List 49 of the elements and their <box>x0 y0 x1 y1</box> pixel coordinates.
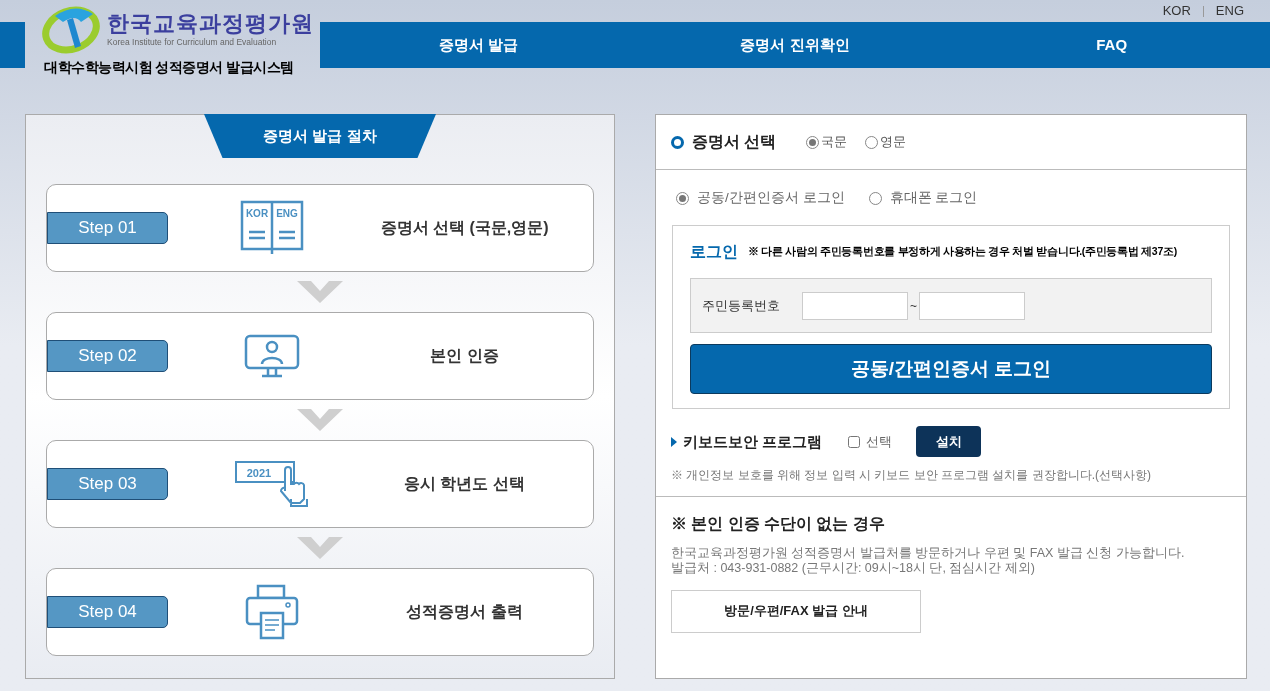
no-auth-title: ※ 본인 인증 수단이 없는 경우 <box>671 514 885 535</box>
triangle-bullet-icon <box>671 436 677 447</box>
chevron-down-icon <box>297 409 343 431</box>
radio-label: 국문 <box>821 133 848 152</box>
id-number-back-field[interactable] <box>919 291 1025 320</box>
info-text: 한국교육과정평가원 성적증명서 발급처를 방문하거나 우편 및 FAX 발급 신청 가능합니다. <box>671 545 1185 561</box>
system-title: 대학수학능력시험 성적증명서 발급시스템 <box>44 58 295 77</box>
radio-button[interactable] <box>676 191 689 205</box>
institute-name-english: Korea Institute for Curriculum and Evaluation <box>107 36 278 48</box>
radio-button[interactable] <box>806 135 820 149</box>
nav-bar-segment <box>0 22 25 68</box>
step-text: 본인 인증 <box>429 346 500 366</box>
language-link[interactable]: KOR <box>1162 1 1191 21</box>
radio-label: 공동/간편인증서 로그인 <box>697 189 845 207</box>
step-label: Step 01 <box>47 212 168 244</box>
radio-button[interactable] <box>865 135 879 149</box>
offline-issue-guide-button[interactable]: 방문/우편/FAX 발급 안내 <box>671 589 921 633</box>
step-label: Step 02 <box>47 340 168 372</box>
radio-label: 영문 <box>880 133 907 152</box>
warning-text: ※ 다른 사람의 주민등록번호를 부정하게 사용하는 경우 처벌 받습니다.(주민등록법 제37조) <box>748 244 1177 260</box>
checkbox[interactable] <box>848 435 861 448</box>
install-button[interactable]: 설치 <box>916 426 982 458</box>
step-label: Step 04 <box>47 596 168 628</box>
step-text: 응시 학년도 선택 <box>403 474 526 494</box>
step-label: Step 03 <box>47 468 168 500</box>
separator-text: ~ <box>910 297 917 315</box>
chevron-down-icon <box>297 537 343 559</box>
checkbox-label: 선택 <box>866 433 893 451</box>
radio-button[interactable] <box>868 191 882 205</box>
institute-name: 한국교육과정평가원 <box>107 12 314 36</box>
nav-link[interactable]: 증명서 진위확인 <box>636 22 954 68</box>
language-link[interactable]: ENG <box>1215 1 1244 21</box>
printer-icon <box>245 584 299 640</box>
certificate-login-button[interactable]: 공동/간편인증서 로그인 <box>690 344 1212 395</box>
radio-label: 휴대폰 로그인 <box>889 189 978 207</box>
note-text: ※ 개인정보 보호를 위해 정보 입력 시 키보드 보안 프로그램 설치를 권장합니다.(선택사항) <box>670 467 1152 485</box>
chevron-down-icon <box>297 281 343 303</box>
step-text: 증명서 선택 (국문,영문) <box>379 218 550 238</box>
id-number-front-field[interactable] <box>802 291 908 320</box>
monitor-user-icon <box>244 334 300 378</box>
nav-link[interactable]: FAQ <box>953 22 1270 68</box>
field-label: 주민등록번호 <box>702 297 781 315</box>
info-text: 발급처 : 043-931-0882 (근무시간: 09시~18시 단, 점심시간 제외) <box>671 560 1036 576</box>
nav-link[interactable]: 증명서 발급 <box>320 22 637 68</box>
keyboard-security-title: 키보드보안 프로그램 <box>683 431 823 452</box>
bullet-ring-icon <box>671 135 684 149</box>
login-title: 로그인 <box>690 242 738 263</box>
section-title: 증명서 선택 <box>692 132 777 152</box>
step-text: 성적증명서 출력 <box>405 602 524 622</box>
